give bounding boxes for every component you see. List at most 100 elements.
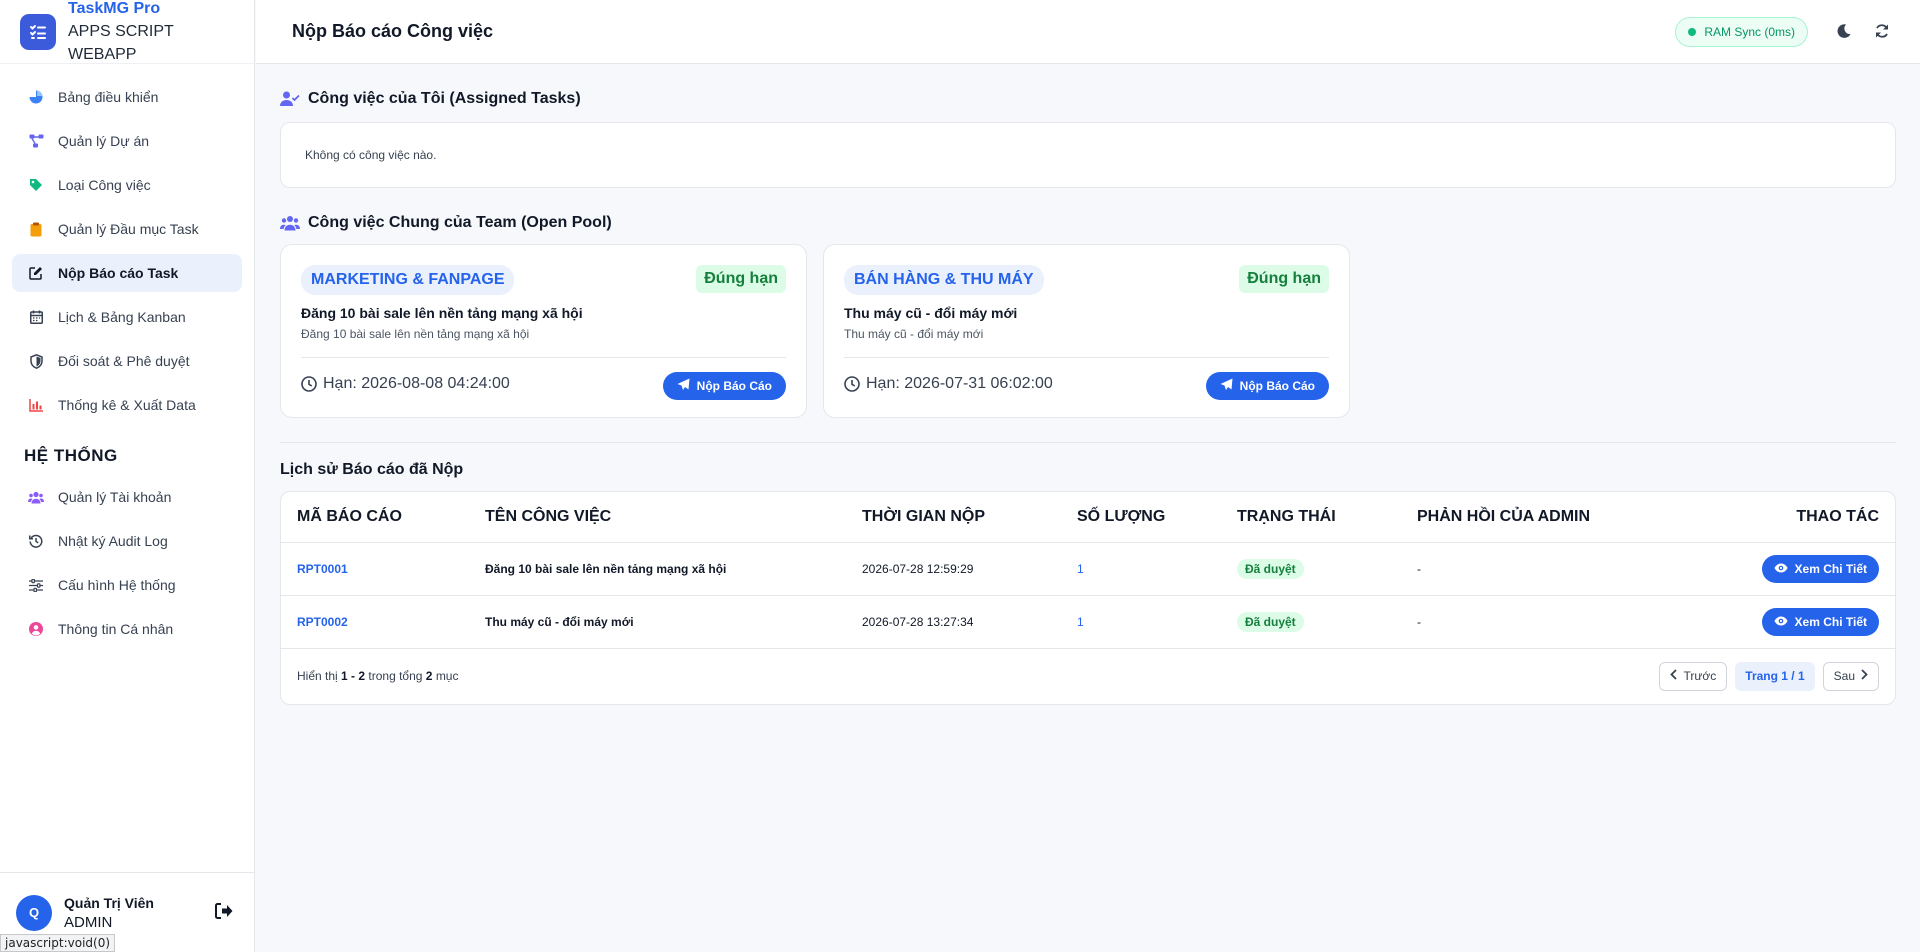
- column-header: PHẢN HỒI CỦA ADMIN: [1401, 492, 1715, 543]
- view-detail-button[interactable]: Xem Chi Tiết: [1761, 554, 1879, 583]
- task-title: Đăng 10 bài sale lên nền tảng mạng xã hộ…: [301, 305, 583, 321]
- status-badge: Đúng hạn: [1239, 265, 1329, 293]
- user-circle-icon: [28, 621, 44, 637]
- sidebar-item-approval[interactable]: Đối soát & Phê duyệt: [12, 342, 242, 380]
- task-name: Thu máy cũ - đổi máy mới: [469, 595, 846, 649]
- prev-page-button[interactable]: Trước: [1659, 661, 1728, 691]
- sidebar-item-task-items[interactable]: Quản lý Đầu mục Task: [12, 210, 242, 248]
- bar-chart-icon: [28, 397, 44, 413]
- shield-icon: [28, 353, 44, 369]
- ram-sync-label: RAM Sync (0ms): [1704, 25, 1795, 39]
- view-detail-label: Xem Chi Tiết: [1794, 614, 1867, 629]
- pagination: Trước Trang 1 / 1 Sau: [1659, 661, 1879, 691]
- card-divider: [844, 357, 1329, 358]
- status-cell: Đã duyệt: [1221, 542, 1401, 596]
- sidebar-item-label: Nhật ký Audit Log: [58, 533, 168, 549]
- assigned-empty-card: Không có công việc nào.: [280, 122, 1896, 188]
- sidebar: TaskMG Pro APPS SCRIPT WEBAPP Bảng điều …: [0, 0, 255, 952]
- sidebar-item-label: Cấu hình Hệ thống: [58, 577, 176, 593]
- open-pool-cards: MARKETING & FANPAGE Đúng hạn Đăng 10 bài…: [280, 244, 1896, 418]
- status-cell: Đã duyệt: [1221, 595, 1401, 649]
- brand-subtitle: WEBAPP: [68, 46, 137, 63]
- sidebar-item-projects[interactable]: Quản lý Dự án: [12, 122, 242, 160]
- status-badge: Đã duyệt: [1237, 558, 1304, 579]
- page-title: Nộp Báo cáo Công việc: [292, 21, 494, 41]
- brand-subtitle: APPS SCRIPT: [68, 23, 174, 40]
- task-card: MARKETING & FANPAGE Đúng hạn Đăng 10 bài…: [280, 244, 807, 418]
- report-code[interactable]: RPT0001: [281, 542, 469, 596]
- sidebar-item-label: Thống kê & Xuất Data: [58, 397, 196, 413]
- sidebar-item-label: Thông tin Cá nhân: [58, 621, 174, 637]
- main-nav: Bảng điều khiển Quản lý Dự án Loại Công …: [12, 78, 242, 430]
- brand-name: TaskMG Pro: [68, 0, 161, 17]
- sidebar-item-accounts[interactable]: Quản lý Tài khoản: [12, 478, 242, 516]
- sync-status-dot-icon: [1688, 28, 1697, 36]
- task-deadline: Hạn: 2026-08-08 04:24:00: [301, 375, 510, 393]
- moon-icon[interactable]: [1836, 23, 1852, 44]
- brand[interactable]: TaskMG Pro APPS SCRIPT WEBAPP: [0, 0, 254, 64]
- sidebar-item-task-types[interactable]: Loại Công việc: [12, 166, 242, 204]
- sidebar-item-statistics[interactable]: Thống kê & Xuất Data: [12, 386, 242, 424]
- top-bar: Nộp Báo cáo Công việc RAM Sync (0ms): [256, 0, 1920, 64]
- table-footer: Hiển thị 1 - 2 trong tổng 2 mục Trước Tr…: [281, 649, 1895, 704]
- assigned-section-header: Công việc của Tôi (Assigned Tasks): [280, 90, 1896, 108]
- paper-plane-icon: [1220, 378, 1233, 394]
- user-check-icon: [280, 91, 300, 107]
- clock-icon: [301, 376, 317, 392]
- sidebar-item-dashboard[interactable]: Bảng điều khiển: [12, 78, 242, 116]
- column-header: TÊN CÔNG VIỆC: [469, 492, 846, 543]
- logout-icon[interactable]: [215, 903, 233, 924]
- table-row: RPT0001 Đăng 10 bài sale lên nền tảng mạ…: [281, 542, 1895, 596]
- task-description: Đăng 10 bài sale lên nền tảng mạng xã hộ…: [301, 327, 530, 341]
- sidebar-item-label: Loại Công việc: [58, 177, 151, 193]
- history-table-card: MÃ BÁO CÁO TÊN CÔNG VIỆC THỜI GIAN NỘP S…: [280, 491, 1896, 705]
- admin-feedback: -: [1401, 595, 1715, 649]
- showing-range: 1 - 2: [341, 669, 366, 683]
- next-page-label: Sau: [1833, 669, 1855, 683]
- tags-icon: [28, 177, 44, 193]
- submit-report-button[interactable]: Nộp Báo Cáo: [662, 372, 786, 400]
- submit-report-label: Nộp Báo Cáo: [696, 379, 772, 393]
- column-header: TRẠNG THÁI: [1221, 492, 1401, 543]
- showing-prefix: Hiển thị: [297, 669, 338, 683]
- table-row: RPT0002 Thu máy cũ - đổi máy mới 2026-07…: [281, 595, 1895, 649]
- submit-time: 2026-07-28 13:27:34: [846, 595, 1061, 649]
- task-card: BÁN HÀNG & THU MÁY Đúng hạn Thu máy cũ -…: [823, 244, 1350, 418]
- sidebar-item-label: Quản lý Tài khoản: [58, 489, 172, 505]
- open-pool-section-title: Công việc Chung của Team (Open Pool): [308, 214, 612, 231]
- sidebar-item-profile[interactable]: Thông tin Cá nhân: [12, 610, 242, 648]
- sidebar-item-label: Bảng điều khiển: [58, 89, 159, 105]
- users-icon: [280, 215, 300, 231]
- chevron-right-icon: [1861, 669, 1868, 683]
- empty-message: Không có công việc nào.: [305, 148, 437, 162]
- user-name: Quản Trị Viên: [64, 894, 154, 911]
- assigned-section-title: Công việc của Tôi (Assigned Tasks): [308, 90, 581, 107]
- status-badge: Đã duyệt: [1237, 611, 1304, 632]
- clock-icon: [844, 376, 860, 392]
- paper-plane-icon: [677, 378, 690, 394]
- deadline-text: Hạn: 2026-08-08 04:24:00: [323, 375, 510, 392]
- showing-middle: trong tổng: [368, 669, 423, 683]
- sidebar-item-submit-report[interactable]: Nộp Báo cáo Task: [12, 254, 242, 292]
- system-section-title: HỆ THỐNG: [24, 446, 118, 465]
- next-page-button[interactable]: Sau: [1822, 661, 1879, 691]
- sidebar-item-audit-log[interactable]: Nhật ký Audit Log: [12, 522, 242, 560]
- history-icon: [28, 533, 44, 549]
- task-description: Thu máy cũ - đổi máy mới: [844, 327, 984, 341]
- refresh-icon[interactable]: [1874, 23, 1890, 44]
- prev-page-label: Trước: [1683, 669, 1717, 683]
- main-content: Công việc của Tôi (Assigned Tasks) Không…: [280, 64, 1896, 705]
- submit-report-button[interactable]: Nộp Báo Cáo: [1205, 372, 1329, 400]
- system-nav: Quản lý Tài khoản Nhật ký Audit Log Cấu …: [12, 478, 242, 654]
- section-divider: [280, 442, 1896, 443]
- pie-chart-icon: [28, 89, 44, 105]
- submit-report-label: Nộp Báo Cáo: [1239, 379, 1315, 393]
- view-detail-button[interactable]: Xem Chi Tiết: [1761, 607, 1879, 636]
- avatar[interactable]: Q: [16, 894, 52, 931]
- sidebar-item-calendar-kanban[interactable]: Lịch & Bảng Kanban: [12, 298, 242, 336]
- sidebar-item-system-config[interactable]: Cấu hình Hệ thống: [12, 566, 242, 604]
- task-name: Đăng 10 bài sale lên nền tảng mạng xã hộ…: [469, 542, 846, 596]
- report-code[interactable]: RPT0002: [281, 595, 469, 649]
- showing-suffix: mục: [435, 669, 459, 683]
- submit-time: 2026-07-28 12:59:29: [846, 542, 1061, 596]
